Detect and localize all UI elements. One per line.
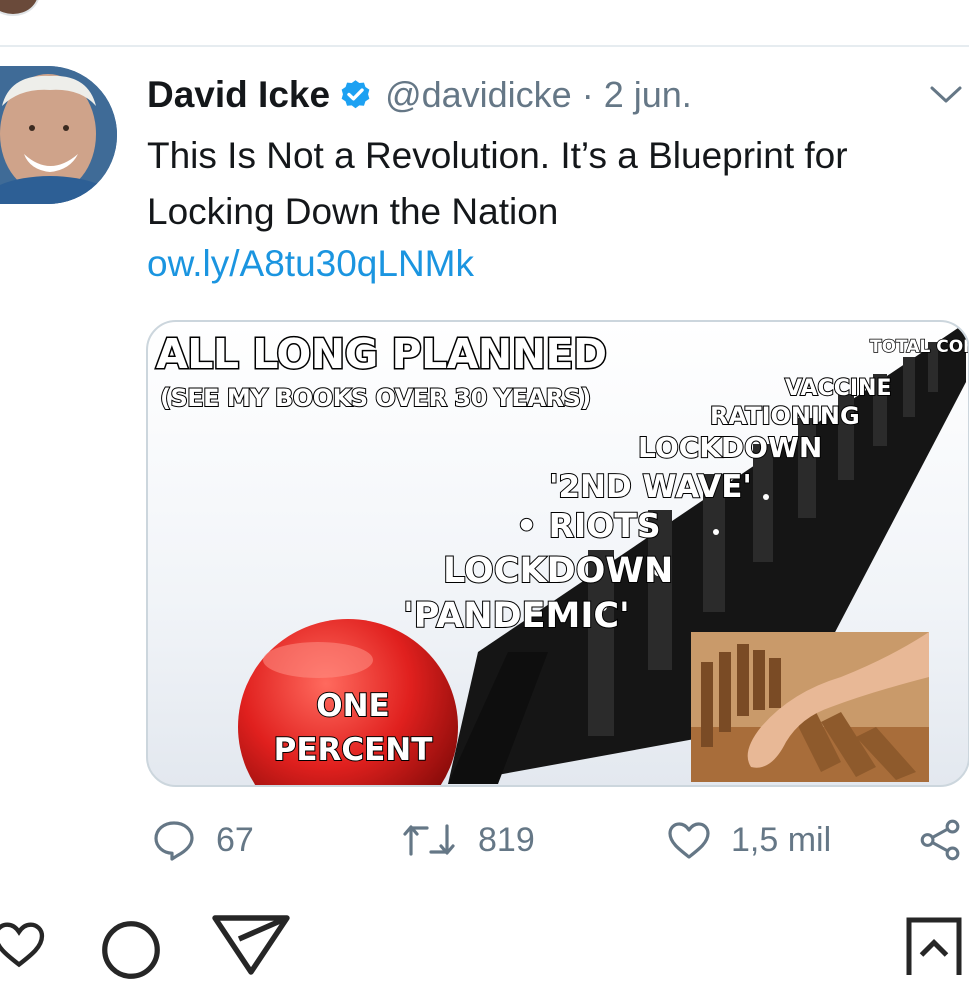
hand-dominoes-photo (691, 632, 929, 782)
previous-avatar-fragment (0, 0, 40, 16)
like-count: 1,5 mil (731, 820, 832, 859)
domino-label-pandemic: 'PANDEMIC' (402, 596, 631, 636)
save-icon[interactable] (903, 915, 965, 983)
header-separator: · (581, 74, 594, 115)
retweet-count: 819 (478, 820, 535, 859)
send-icon[interactable] (212, 915, 290, 980)
tweet-link[interactable]: ow.ly/A8tu30qLNMk (147, 243, 474, 285)
domino-label-riots: • RIOTS (515, 506, 662, 545)
domino-label-lockdown-2: LOCKDOWN (442, 551, 674, 591)
retweet-icon (403, 824, 455, 856)
avatar[interactable] (0, 66, 117, 204)
chevron-down-icon[interactable] (928, 80, 964, 108)
tweet-date[interactable]: 2 jun. (604, 74, 692, 116)
button-label-one: ONE (315, 687, 390, 725)
domino-label-total-control: TOTAL CONTROL (869, 336, 968, 358)
author-name[interactable]: David Icke (147, 74, 330, 116)
media-subline: (SEE MY BOOKS OVER 30 YEARS) (159, 384, 592, 412)
reply-icon (154, 821, 194, 861)
share-icon (920, 819, 960, 861)
button-label-percent: PERCENT (273, 731, 434, 769)
reply-button[interactable]: 67 (150, 810, 254, 870)
tweet-actions: 67 819 1,5 mil (0, 810, 969, 870)
bottom-action-bar (0, 915, 969, 983)
like-button[interactable]: 1,5 mil (665, 810, 831, 870)
media-headline: ALL LONG PLANNED (155, 330, 609, 378)
tweet-header: David Icke @davidicke · 2 jun. (147, 70, 692, 120)
divider (0, 45, 969, 47)
share-button[interactable] (918, 810, 964, 870)
tweet-text: This Is Not a Revolution. It’s a Bluepri… (147, 135, 848, 232)
author-handle[interactable]: @davidicke (385, 74, 572, 116)
domino-label-2nd-wave: '2ND WAVE' (548, 469, 753, 505)
domino-label-vaccine: VACCINE (784, 376, 892, 401)
comment-icon[interactable] (96, 915, 166, 990)
retweet-button[interactable]: 819 (398, 810, 535, 870)
domino-label-rationing: RATIONING (709, 402, 861, 430)
heart-icon (668, 822, 710, 859)
tweet-media-image[interactable]: ALL LONG PLANNED (SEE MY BOOKS OVER 30 Y… (146, 320, 969, 787)
reply-count: 67 (216, 820, 254, 859)
verified-badge-icon (338, 78, 373, 113)
domino-label-lockdown: LOCKDOWN (637, 431, 823, 464)
